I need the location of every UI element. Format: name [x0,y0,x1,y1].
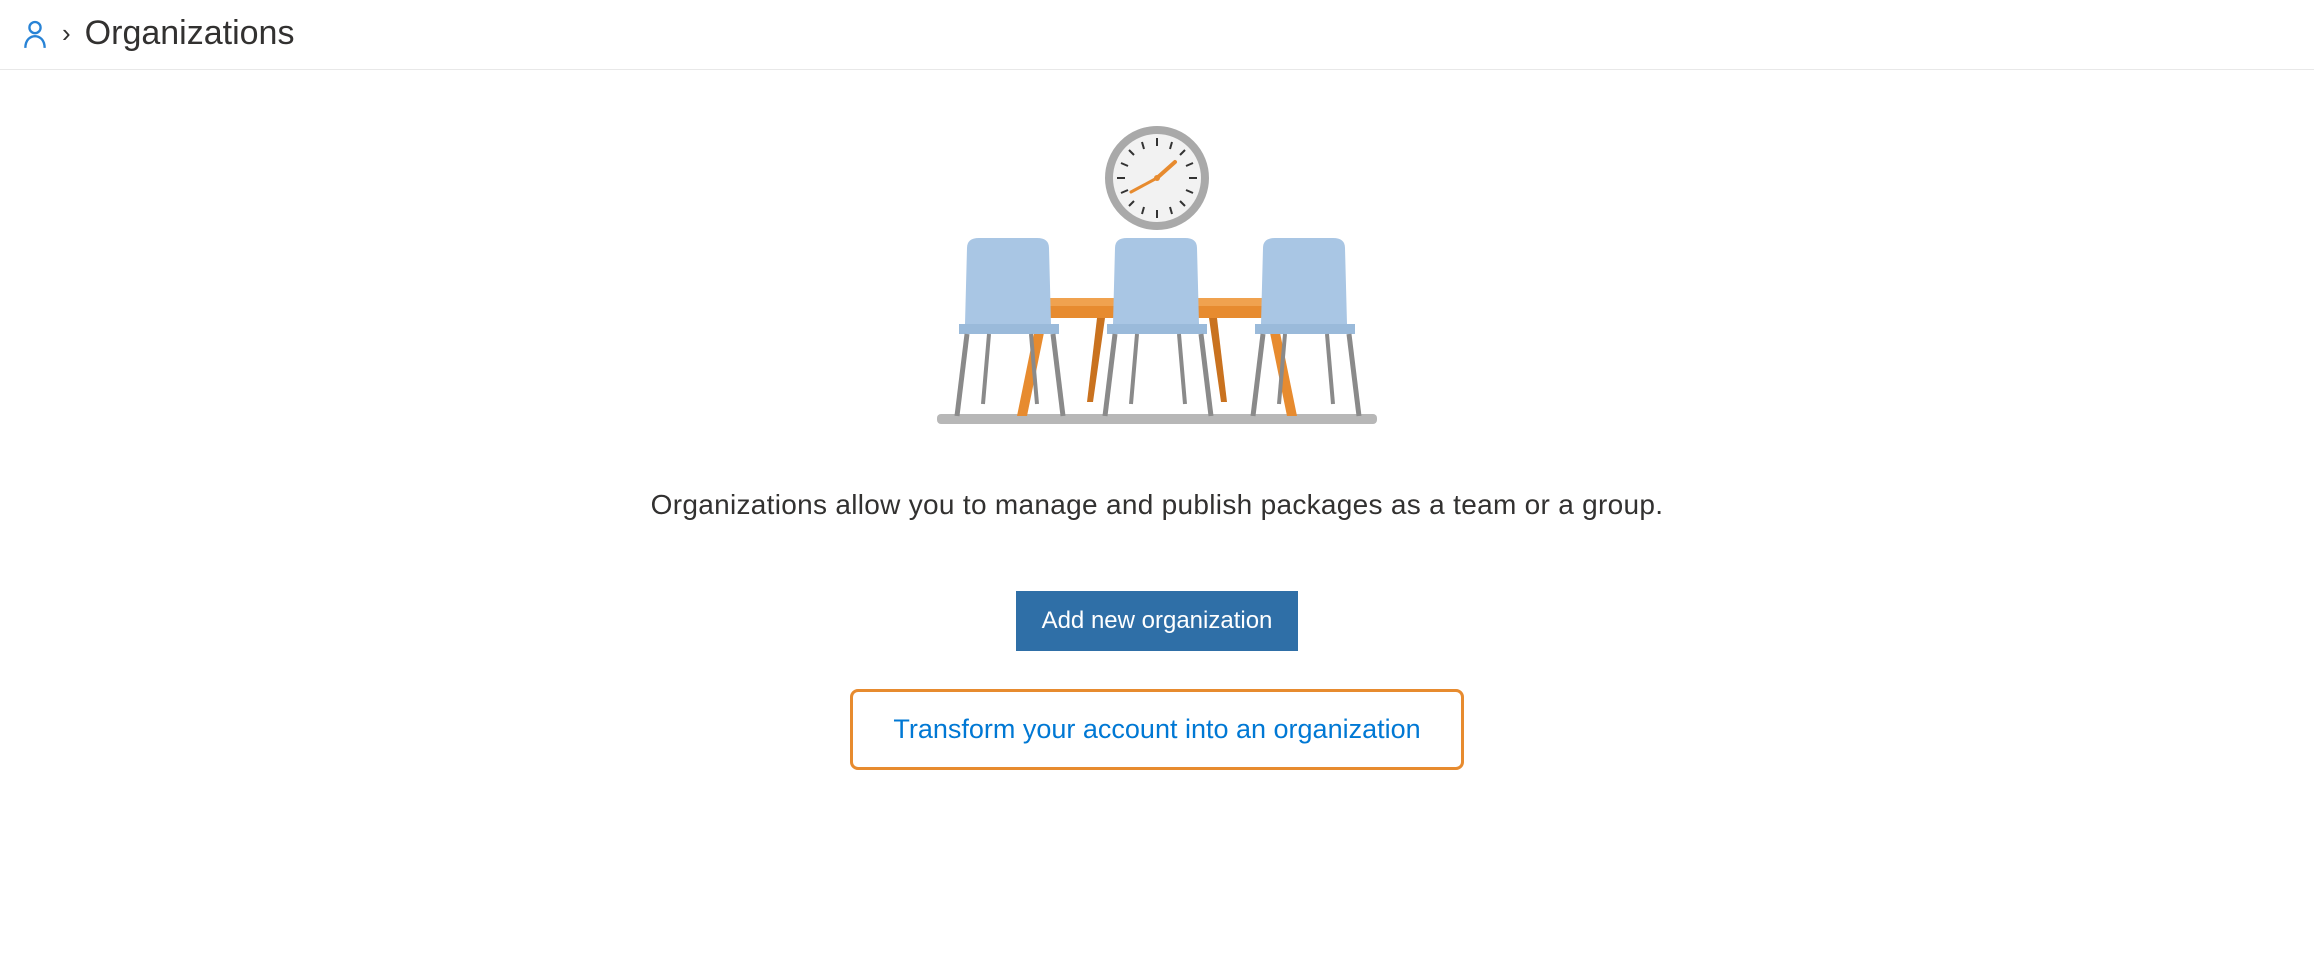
transform-account-button[interactable]: Transform your account into an organizat… [850,689,1463,770]
meeting-room-illustration [917,126,1397,431]
content: Organizations allow you to manage and pu… [0,70,2314,770]
user-icon[interactable] [22,19,48,49]
breadcrumb: › Organizations [0,0,2314,70]
clock-icon [1109,130,1205,226]
chair-icon [1105,238,1211,416]
add-new-organization-button[interactable]: Add new organization [1016,591,1299,651]
description-text: Organizations allow you to manage and pu… [651,489,1664,521]
chair-icon [957,238,1063,416]
chevron-right-icon: › [62,18,71,49]
page-title: Organizations [85,14,295,53]
chair-icon [1253,238,1359,416]
